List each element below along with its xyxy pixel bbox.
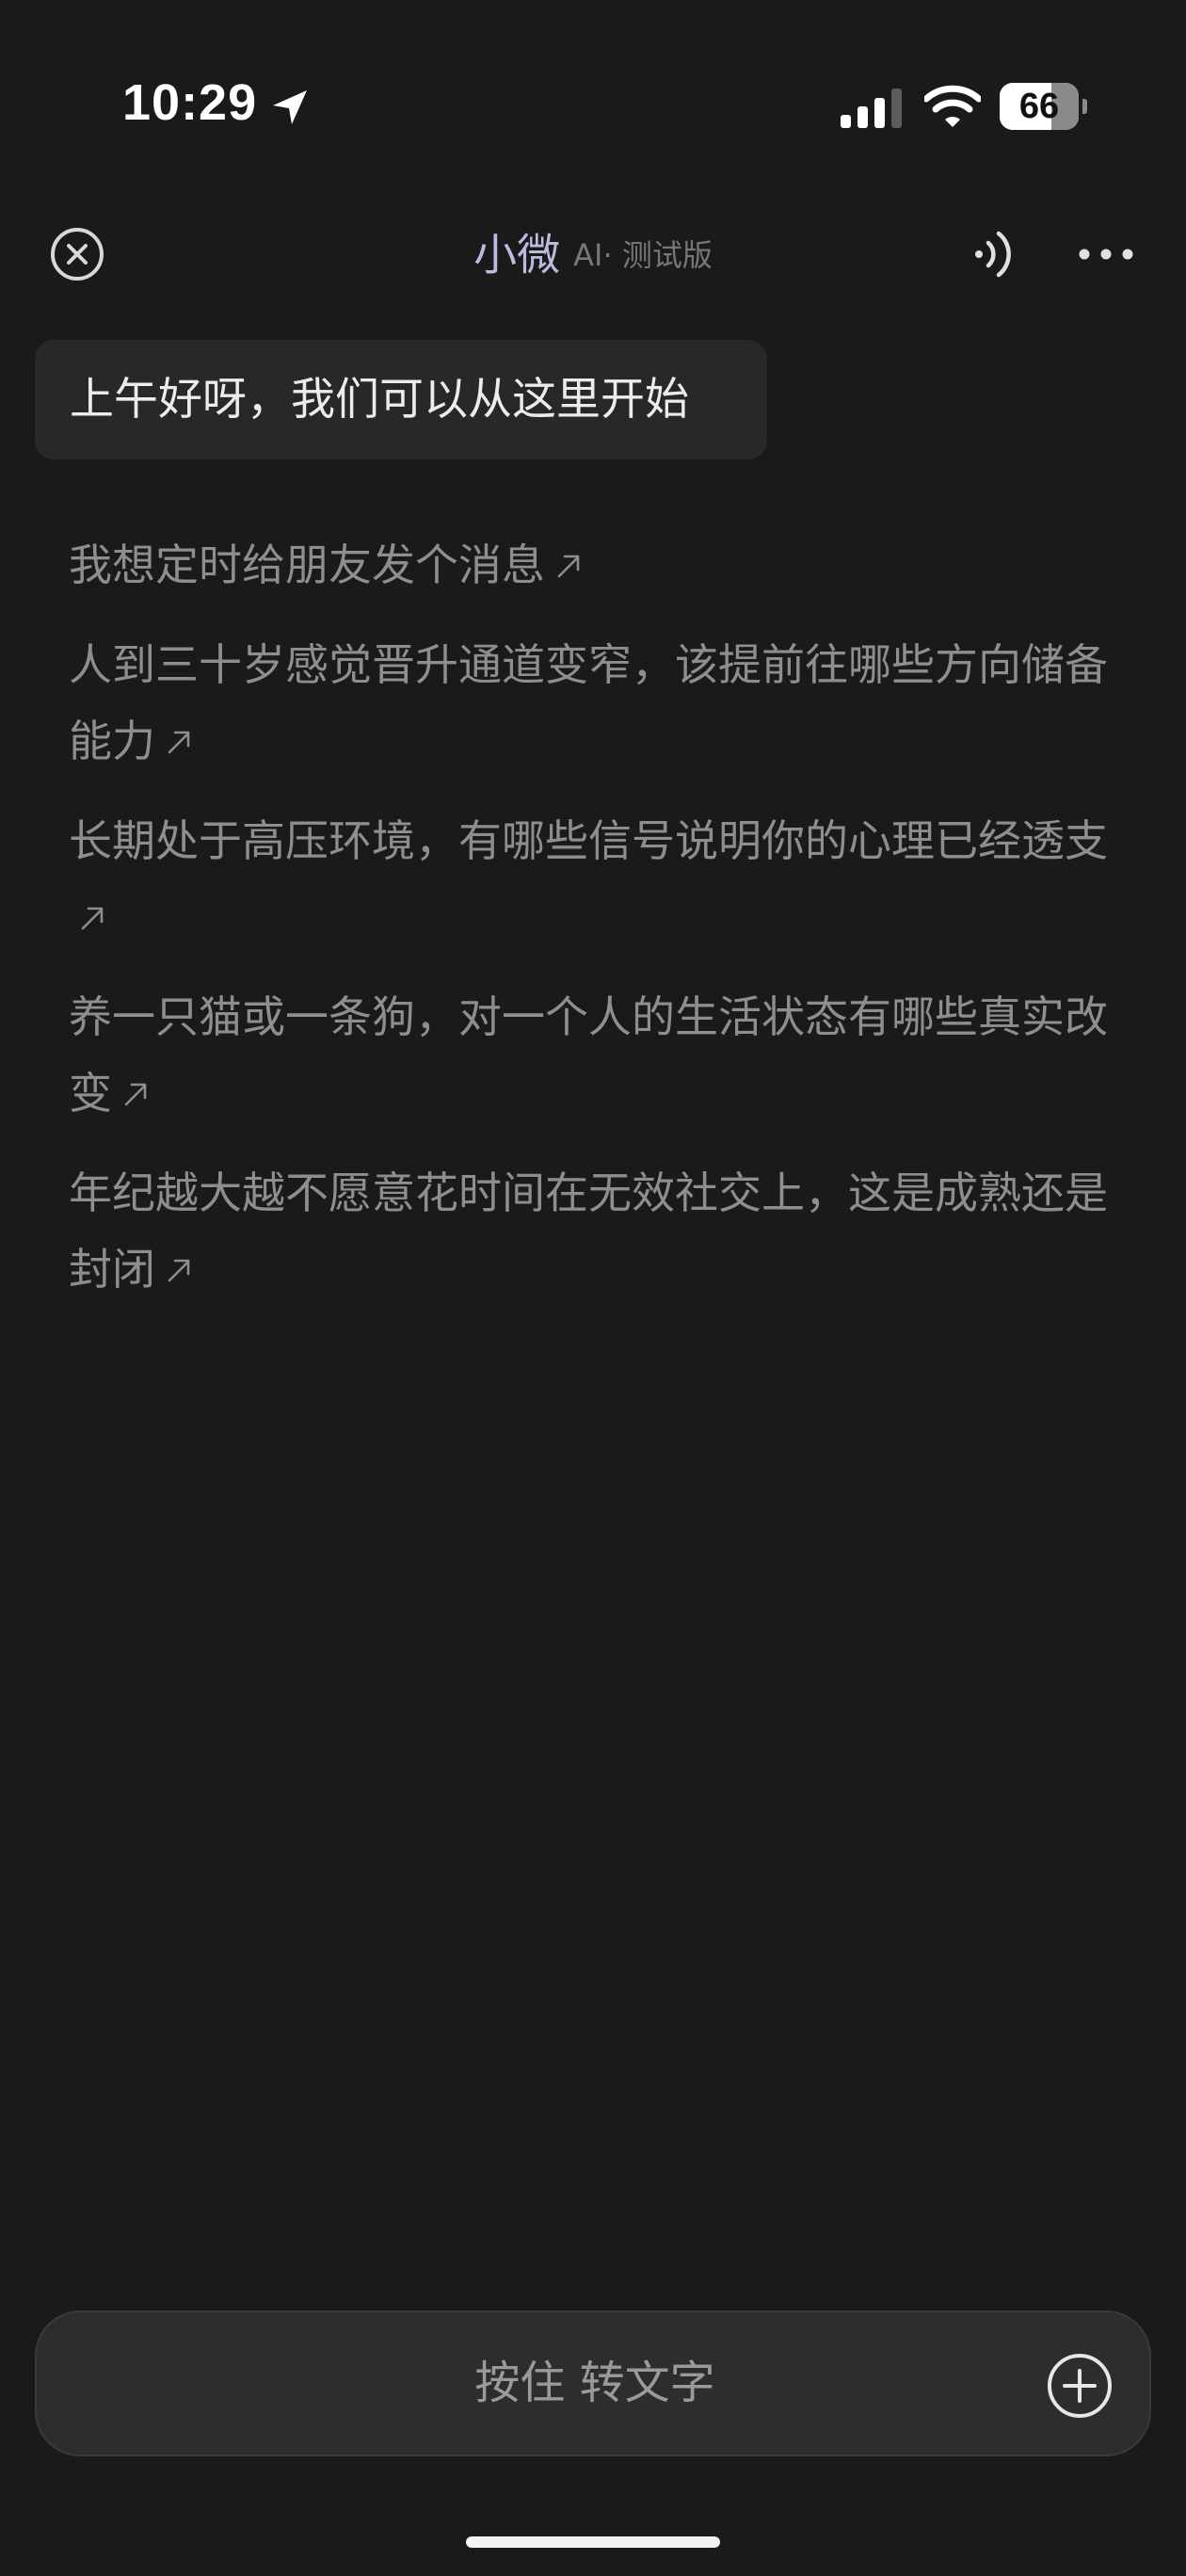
battery-percent: 66	[1018, 87, 1060, 126]
suggestion-text: 养一只猫或一条狗，对一个人的生活状态有哪些真实改变	[69, 991, 1108, 1119]
suggestion-item[interactable]: 长期处于高压环境，有哪些信号说明你的心理已经透支	[69, 803, 1123, 956]
assistant-badge: AI· 测试版	[573, 236, 713, 273]
hold-to-talk-button[interactable]: 按住 转文字	[35, 2310, 1151, 2456]
home-indicator	[466, 2536, 720, 2548]
hold-to-talk-label: 按住 转文字	[474, 2357, 715, 2409]
suggestion-text: 我想定时给朋友发个消息	[69, 539, 545, 590]
plus-circle-icon[interactable]	[1046, 2352, 1114, 2420]
more-icon[interactable]	[1073, 235, 1139, 273]
suggestion-text: 人到三十岁感觉晋升通道变窄，该提前往哪些方向储备能力	[69, 639, 1108, 766]
location-arrow-icon	[273, 90, 307, 124]
speaker-icon[interactable]	[968, 228, 1020, 281]
suggestion-item[interactable]: 人到三十岁感觉晋升通道变窄，该提前往哪些方向储备能力	[69, 627, 1123, 780]
arrow-up-right-icon	[557, 555, 580, 578]
assistant-name: 小微	[473, 229, 561, 281]
suggestion-text: 年纪越大越不愿意花时间在无效社交上，这是成熟还是封闭	[69, 1167, 1108, 1295]
battery-icon: 66	[1000, 83, 1087, 130]
greeting-bubble: 上午好呀，我们可以从这里开始	[35, 340, 767, 459]
wifi-icon	[924, 85, 981, 127]
arrow-up-right-icon	[168, 731, 190, 754]
arrow-up-right-icon	[81, 907, 104, 930]
suggestion-item[interactable]: 养一只猫或一条狗，对一个人的生活状态有哪些真实改变	[69, 979, 1123, 1132]
cellular-signal-icon	[841, 89, 902, 128]
suggestion-text: 长期处于高压环境，有哪些信号说明你的心理已经透支	[69, 815, 1108, 866]
chat-header: 小微 AI· 测试版	[0, 207, 1186, 301]
arrow-up-right-icon	[168, 1259, 190, 1282]
battery-tip	[1082, 99, 1087, 114]
status-time: 10:29	[122, 74, 258, 131]
suggestion-list: 我想定时给朋友发个消息 人到三十岁感觉晋升通道变窄，该提前往哪些方向储备能力 长…	[69, 527, 1123, 1331]
status-bar: 10:29 66	[0, 0, 1186, 188]
suggestion-item[interactable]: 年纪越大越不愿意花时间在无效社交上，这是成熟还是封闭	[69, 1155, 1123, 1308]
arrow-up-right-icon	[124, 1083, 147, 1106]
close-circle-icon[interactable]	[49, 226, 105, 282]
suggestion-item[interactable]: 我想定时给朋友发个消息	[69, 527, 1123, 604]
